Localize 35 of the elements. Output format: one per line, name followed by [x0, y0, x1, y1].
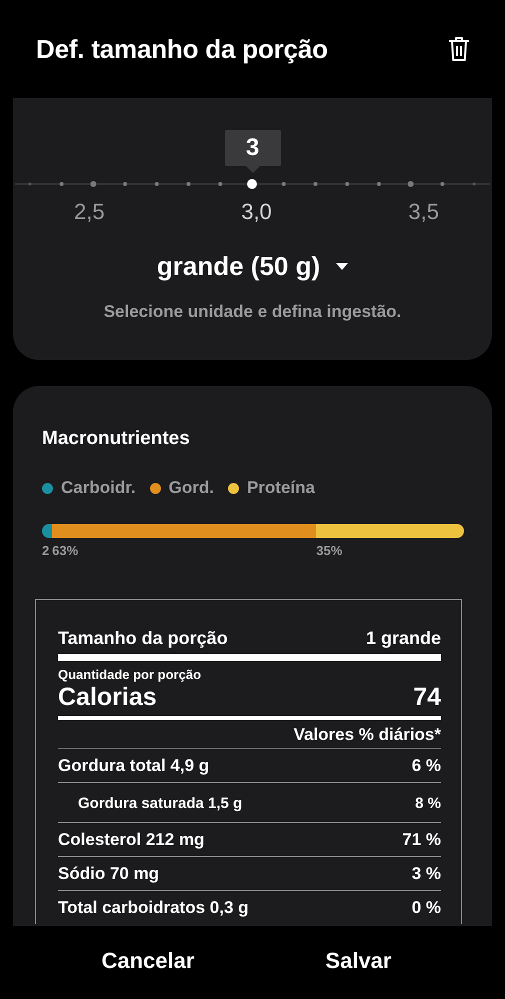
screen-title: Def. tamanho da porção — [36, 34, 328, 64]
row-value: 3 % — [412, 864, 441, 884]
caption-text: Quantidade por porção — [58, 667, 202, 682]
row-label: Gordura total 4,9 g — [58, 756, 210, 776]
row-value: 8 % — [415, 795, 441, 812]
hint-text: Selecione unidade e defina ingestão. — [102, 302, 402, 322]
legend-label: Proteína — [246, 478, 315, 498]
row-label: Colesterol 212 mg — [58, 830, 204, 850]
value-bubble: 3 — [224, 130, 280, 166]
cancel-button[interactable]: Cancelar — [85, 940, 210, 982]
section-title: Macronutrientes — [42, 428, 191, 450]
row-label: Total carboidratos 0,3 g — [58, 898, 249, 918]
row-label: Sódio 70 mg — [58, 864, 160, 884]
row-label: Gordura saturada 1,5 g — [78, 795, 242, 812]
delete-icon[interactable] — [447, 36, 471, 62]
scale-label: 2,5 — [74, 199, 105, 225]
row-value: 0 % — [412, 898, 441, 918]
row-value: 1 grande — [366, 628, 441, 649]
header-text: Valores % diários* — [294, 725, 441, 745]
legend-label: Gord. — [168, 478, 214, 498]
scale-label: 3,0 — [241, 199, 272, 225]
scale-label: 3,5 — [408, 199, 439, 225]
bubble-pointer — [246, 166, 260, 173]
row-value: 6 % — [412, 756, 441, 776]
row-label: Tamanho da porção — [58, 628, 228, 649]
row-value: 71 % — [402, 830, 441, 850]
percent-label: 63% — [52, 543, 78, 558]
percent-label: 35% — [316, 543, 342, 558]
percent-label: 2 — [42, 543, 50, 558]
save-button[interactable]: Salvar — [309, 940, 408, 982]
legend-label: Carboidr. — [61, 478, 136, 498]
row-value: 74 — [413, 683, 441, 712]
caret-icon — [336, 262, 348, 270]
row-label: Calorias — [58, 683, 157, 712]
unit-dropdown[interactable]: grande (50 g) — [156, 247, 348, 286]
